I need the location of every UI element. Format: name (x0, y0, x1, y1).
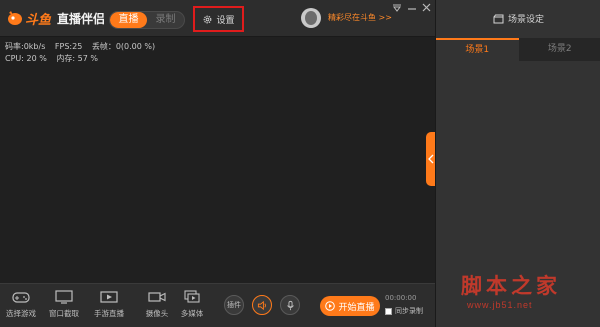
volume-button[interactable] (252, 295, 272, 315)
play-icon (325, 301, 336, 311)
monitor-icon (55, 290, 73, 304)
main-window: 斗鱼 直播伴侣 直播 录制 设置 精彩尽在斗鱼 >> 码率:0kb/s FPS:… (0, 0, 436, 327)
scene-panel-header: 场景设定 (436, 0, 600, 37)
mobile-video-icon (100, 291, 118, 303)
watermark-url: www.jb51.net (467, 300, 533, 310)
multimedia-button[interactable]: 多媒体 (174, 289, 210, 319)
preview-area[interactable] (0, 37, 435, 283)
stream-stats: 码率:0kb/s FPS:25 丢帧：0(0.00 %) CPU: 20 % 内… (5, 41, 162, 65)
bitrate-stat: 码率:0kb/s (5, 42, 46, 51)
window-capture-button[interactable]: 窗口截取 (46, 289, 82, 319)
app-logo: 斗鱼 直播伴侣 (6, 8, 105, 28)
brand-logo-text: 斗鱼 (25, 12, 52, 28)
tool-label: 选择游戏 (6, 309, 36, 318)
start-live-label: 开始直播 (338, 302, 375, 313)
dropdown-icon[interactable] (392, 3, 402, 13)
watermark-text: 脚本之家 (461, 273, 561, 298)
dropped-frames-stat: 丢帧：0(0.00 %) (91, 42, 156, 51)
gamepad-icon (12, 292, 30, 303)
tool-label: 手游直播 (94, 309, 124, 318)
close-icon[interactable] (421, 2, 432, 13)
fps-stat: FPS:25 (54, 42, 83, 51)
start-live-button[interactable]: 开始直播 (320, 296, 380, 316)
sync-record-option[interactable]: 同步录制 (385, 306, 423, 316)
camera-icon (148, 292, 166, 302)
memory-stat: 内存: 57 % (56, 54, 98, 63)
title-bar: 斗鱼 直播伴侣 直播 录制 设置 精彩尽在斗鱼 >> (0, 0, 435, 37)
microphone-button[interactable] (280, 295, 300, 315)
settings-button[interactable]: 设置 (193, 6, 244, 32)
clapperboard-icon (493, 14, 504, 23)
tool-label: 摄像头 (145, 309, 169, 318)
douyu-fish-icon (8, 11, 22, 25)
minimize-icon[interactable] (407, 3, 417, 13)
app-name: 直播伴侣 (57, 11, 106, 26)
scene-panel-title: 场景设定 (507, 15, 544, 25)
tab-scene-2[interactable]: 场景2 (518, 38, 600, 61)
tab-live[interactable]: 直播 (110, 12, 147, 28)
camera-button[interactable]: 摄像头 (139, 289, 175, 319)
sync-record-checkbox[interactable] (385, 307, 392, 315)
mode-switch: 直播 录制 (109, 11, 185, 29)
media-icon (184, 290, 200, 303)
mobile-live-button[interactable]: 手游直播 (91, 289, 127, 319)
promo-link[interactable]: 精彩尽在斗鱼 >> (328, 12, 392, 23)
tab-record[interactable]: 录制 (147, 12, 184, 28)
bottom-toolbar: 选择游戏 窗口截取 手游直播 摄像头 多媒体 插件 开始直播 00:00:00 … (0, 283, 435, 327)
scene-tabs: 场景1 场景2 (436, 38, 600, 61)
select-game-button[interactable]: 选择游戏 (3, 289, 39, 319)
avatar[interactable] (301, 8, 321, 28)
chevron-left-icon (428, 154, 434, 164)
tab-scene-1[interactable]: 场景1 (436, 38, 519, 61)
site-watermark: 脚本之家 www.jb51.net (461, 270, 591, 320)
speaker-icon (257, 300, 266, 310)
tool-label: 多媒体 (180, 309, 204, 318)
plugin-button[interactable]: 插件 (224, 295, 244, 315)
gear-icon (204, 15, 212, 23)
cpu-stat: CPU: 20 % (5, 54, 47, 63)
live-timer: 00:00:00 (385, 294, 417, 302)
settings-label: 设置 (216, 15, 235, 26)
plugin-label: 插件 (227, 301, 241, 309)
tool-label: 窗口截取 (49, 309, 79, 318)
microphone-icon (286, 300, 294, 310)
sync-record-label: 同步录制 (395, 307, 423, 315)
